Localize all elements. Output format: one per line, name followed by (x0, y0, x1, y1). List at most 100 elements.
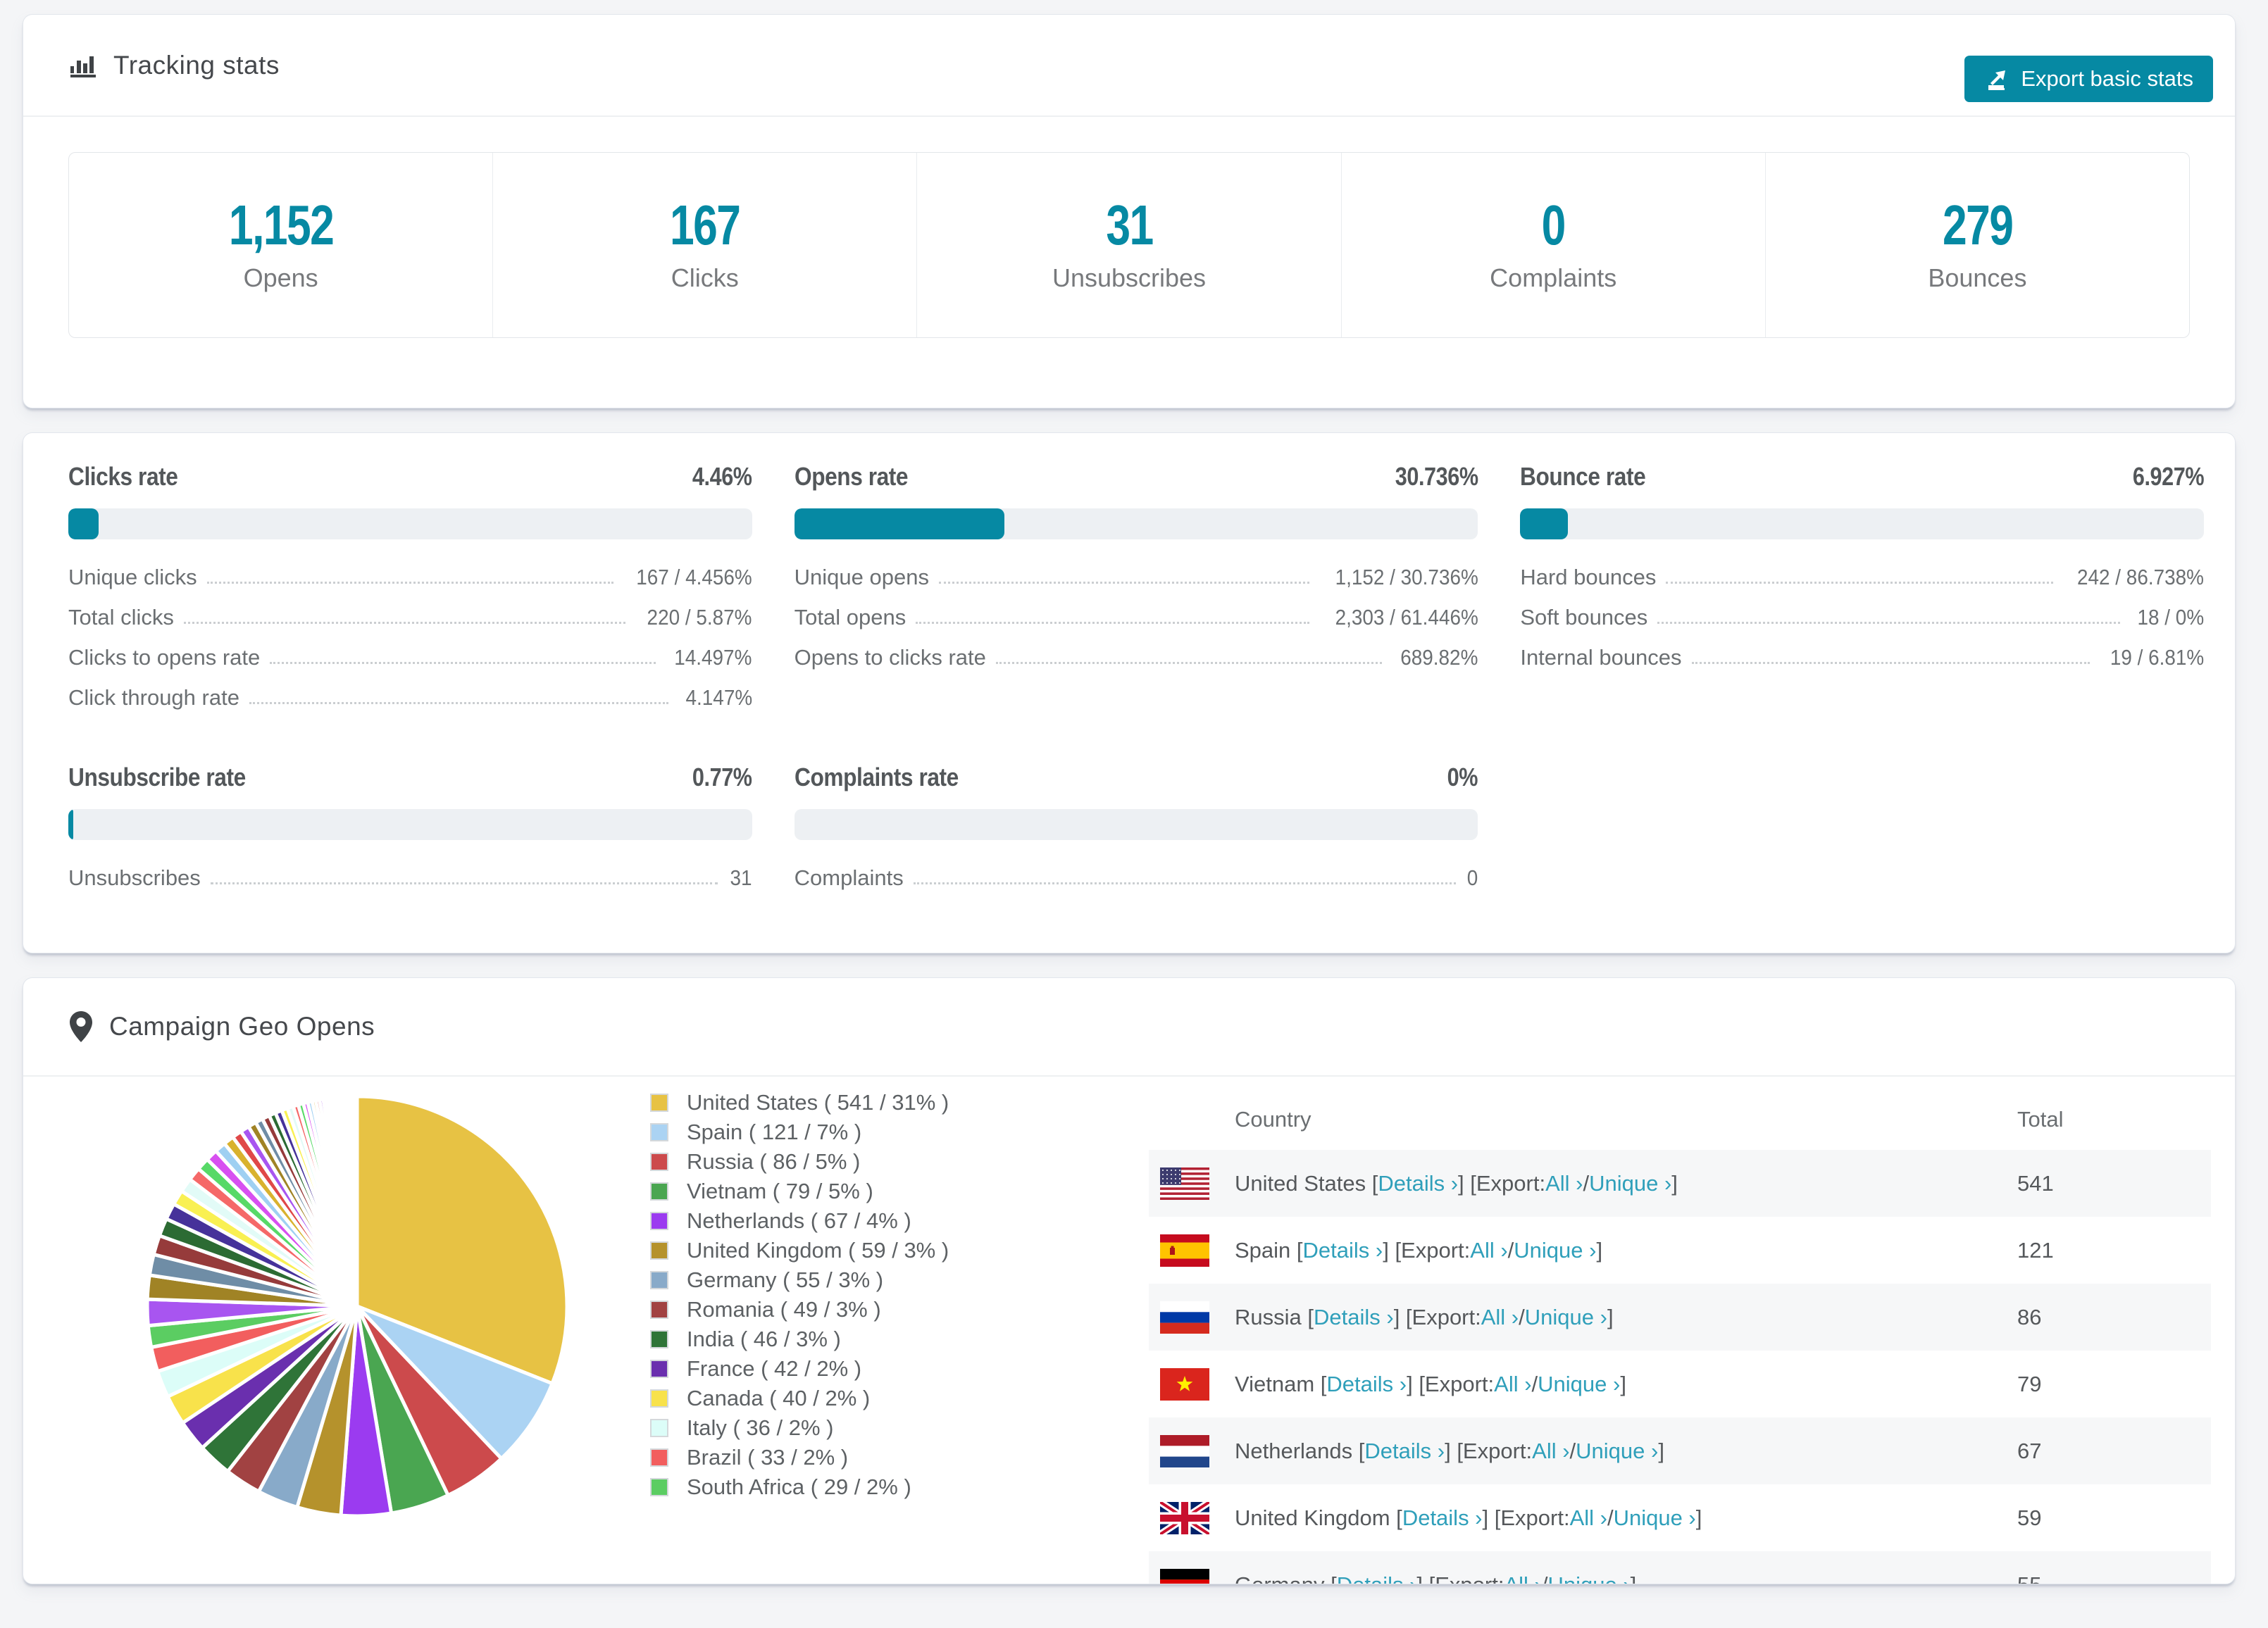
stat-bounces-value: 279 (1942, 194, 2014, 256)
details-link[interactable]: Details › (1402, 1505, 1483, 1531)
details-link[interactable]: Details › (1326, 1372, 1407, 1397)
table-row: Russia [Details ›] [Export: All › / Uniq… (1149, 1284, 2211, 1351)
bar-chart-icon (68, 51, 98, 80)
legend-swatch (650, 1360, 668, 1378)
tracking-stats-card: Tracking stats Export basic stats 1,152 … (23, 14, 2236, 408)
gb-flag-icon (1160, 1501, 1209, 1534)
clicks-rate-value: 4.46% (692, 462, 752, 491)
separator-text: / (1541, 1572, 1548, 1584)
stat-complaints-label: Complaints (1490, 263, 1617, 292)
pie-legend: United States ( 541 / 31% ) Spain ( 121 /… (650, 1088, 949, 1502)
country-total: 67 (2017, 1438, 2042, 1463)
country-total: 59 (2017, 1505, 2042, 1530)
legend-label: Germany ( 55 / 3% ) (687, 1267, 884, 1292)
bracket-text: ] (1630, 1572, 1637, 1584)
rate-row: Unsubscribes 31 (68, 865, 752, 891)
export-unique-link[interactable]: Unique › (1547, 1572, 1630, 1584)
legend-label: Canada ( 40 / 2% ) (687, 1386, 871, 1410)
opens-rate-value: 30.736% (1395, 462, 1478, 491)
legend-label: Netherlands ( 67 / 4% ) (687, 1208, 911, 1233)
legend-item: Russia ( 86 / 5% ) (650, 1147, 949, 1177)
legend-swatch (650, 1153, 668, 1171)
legend-label: United Kingdom ( 59 / 3% ) (687, 1238, 949, 1263)
country-name: Spain [ (1235, 1237, 1303, 1263)
rate-row: Clicks to opens rate 14.497% (68, 645, 752, 670)
campaign-geo-opens-card: Campaign Geo Opens United States ( 541 /… (23, 977, 2236, 1584)
export-unique-link[interactable]: Unique › (1538, 1372, 1620, 1397)
export-unique-link[interactable]: Unique › (1614, 1505, 1696, 1531)
bracket-text: ] [Export: (1416, 1572, 1504, 1584)
bracket-text: ] [Export: (1383, 1237, 1471, 1263)
rate-row: Unique opens 1,152 / 30.736% (794, 565, 1478, 590)
legend-item: Vietnam ( 79 / 5% ) (650, 1177, 949, 1206)
separator-text: / (1519, 1304, 1525, 1329)
legend-label: Vietnam ( 79 / 5% ) (687, 1179, 873, 1203)
details-link[interactable]: Details › (1364, 1439, 1445, 1464)
details-link[interactable]: Details › (1303, 1238, 1383, 1263)
bounce-rate-section: Bounce rate 6.927% Hard bounces 242 / 86.… (1520, 461, 2204, 687)
bracket-text: ] (1620, 1371, 1626, 1396)
clicks-rate-title: Clicks rate (68, 462, 178, 491)
legend-item: United Kingdom ( 59 / 3% ) (650, 1236, 949, 1265)
export-unique-link[interactable]: Unique › (1576, 1439, 1658, 1464)
rate-row: Unique clicks 167 / 4.456% (68, 565, 752, 590)
export-unique-link[interactable]: Unique › (1589, 1171, 1671, 1196)
details-link[interactable]: Details › (1314, 1305, 1394, 1330)
export-basic-stats-button[interactable]: Export basic stats (1964, 56, 2213, 102)
export-all-link[interactable]: All › (1481, 1305, 1519, 1330)
legend-label: Russia ( 86 / 5% ) (687, 1149, 861, 1174)
legend-label: Romania ( 49 / 3% ) (687, 1297, 881, 1322)
legend-label: France ( 42 / 2% ) (687, 1356, 862, 1381)
legend-item: Netherlands ( 67 / 4% ) (650, 1206, 949, 1236)
export-all-link[interactable]: All › (1545, 1171, 1583, 1196)
summary-stats-grid: 1,152 Opens 167 Clicks 31 Unsubscribes 0… (68, 152, 2190, 338)
rate-row: Click through rate 4.147% (68, 685, 752, 710)
legend-swatch (650, 1330, 668, 1348)
bracket-text: ] (1671, 1170, 1678, 1196)
rate-row: Total clicks 220 / 5.87% (68, 605, 752, 630)
legend-swatch (650, 1448, 668, 1467)
export-unique-link[interactable]: Unique › (1525, 1305, 1607, 1330)
rate-row: Complaints 0 (794, 865, 1478, 891)
de-flag-icon (1160, 1568, 1209, 1584)
export-all-link[interactable]: All › (1532, 1439, 1569, 1464)
export-all-link[interactable]: All › (1504, 1572, 1541, 1584)
legend-label: Italy ( 36 / 2% ) (687, 1415, 834, 1440)
export-unique-link[interactable]: Unique › (1514, 1238, 1596, 1263)
bracket-text: ] [Export: (1407, 1371, 1495, 1396)
table-row: Vietnam [Details ›] [Export: All › / Uni… (1149, 1351, 2211, 1417)
legend-item: United States ( 541 / 31% ) (650, 1088, 949, 1117)
table-row: Netherlands [Details ›] [Export: All › /… (1149, 1417, 2211, 1484)
stat-clicks-label: Clicks (671, 263, 739, 292)
details-link[interactable]: Details › (1378, 1171, 1458, 1196)
export-all-link[interactable]: All › (1570, 1505, 1607, 1531)
geo-opens-pie-chart[interactable] (132, 1081, 582, 1532)
bounce-rate-title: Bounce rate (1520, 462, 1646, 491)
bracket-text: ] [Export: (1393, 1304, 1481, 1329)
legend-item: France ( 42 / 2% ) (650, 1354, 949, 1384)
stat-complaints: 0 Complaints (1342, 153, 1766, 337)
separator-text: / (1507, 1237, 1514, 1263)
legend-swatch (650, 1123, 668, 1141)
rate-row: Soft bounces 18 / 0% (1520, 605, 2204, 630)
country-name: Netherlands [ (1235, 1438, 1365, 1463)
geo-title: Campaign Geo Opens (109, 1012, 375, 1041)
rates-card: Clicks rate 4.46% Unique clicks 167 / 4.4… (23, 432, 2236, 953)
complaints-rate-value: 0% (1447, 763, 1478, 792)
details-link[interactable]: Details › (1337, 1572, 1417, 1584)
stat-clicks-value: 167 (670, 194, 741, 256)
separator-text: / (1607, 1505, 1614, 1530)
export-all-link[interactable]: All › (1494, 1372, 1531, 1397)
table-row: Spain [Details ›] [Export: All › / Uniqu… (1149, 1217, 2211, 1284)
unsubscribe-rate-title: Unsubscribe rate (68, 763, 246, 792)
bounce-rate-value: 6.927% (2132, 462, 2205, 491)
legend-label: South Africa ( 29 / 2% ) (687, 1474, 911, 1499)
stat-unsubscribes: 31 Unsubscribes (917, 153, 1342, 337)
export-all-link[interactable]: All › (1470, 1238, 1507, 1263)
legend-swatch (650, 1478, 668, 1496)
table-row: United Kingdom [Details ›] [Export: All … (1149, 1484, 2211, 1551)
es-flag-icon (1160, 1234, 1209, 1267)
geo-opens-table: Country Total United States [Details ›] … (1149, 1089, 2211, 1584)
clicks-rate-progressbar (68, 508, 752, 540)
bracket-text: ] (1607, 1304, 1614, 1329)
